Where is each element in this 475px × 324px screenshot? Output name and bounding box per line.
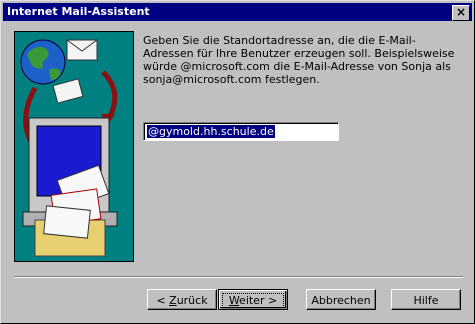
next-focus: Weiter > xyxy=(221,293,285,308)
cancel-button[interactable]: Abbrechen xyxy=(306,289,376,310)
divider xyxy=(14,276,463,278)
next-button[interactable]: Weiter > xyxy=(218,289,288,310)
back-button[interactable]: < Zurück xyxy=(147,289,217,310)
wizard-window: Internet Mail-Assistent × Geben Sie die … xyxy=(0,0,475,324)
address-input[interactable]: @gymold.hh.schule.de xyxy=(143,122,339,141)
title-bar[interactable]: Internet Mail-Assistent × xyxy=(3,3,472,21)
illustration-art xyxy=(20,39,118,257)
close-icon: × xyxy=(455,5,467,19)
wizard-illustration xyxy=(14,31,134,262)
window-title: Internet Mail-Assistent xyxy=(7,5,150,18)
address-value: @gymold.hh.schule.de xyxy=(147,125,275,138)
close-button[interactable]: × xyxy=(452,5,470,21)
instruction-text: Geben Sie die Standortadresse an, die di… xyxy=(143,34,455,86)
globe-icon xyxy=(20,39,66,85)
help-button[interactable]: Hilfe xyxy=(391,289,461,310)
